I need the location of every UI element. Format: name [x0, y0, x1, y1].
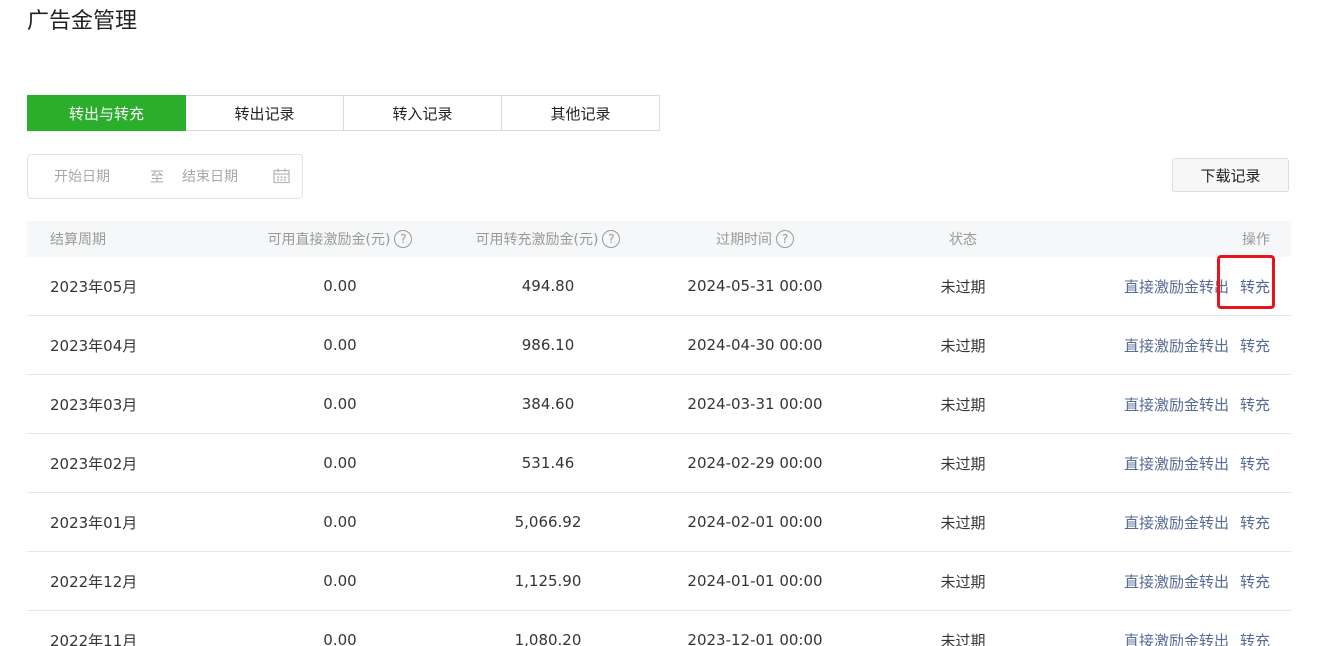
cell-period: 2023年02月	[50, 454, 138, 473]
cell-expire-time: 2023-12-01 00:00	[687, 631, 823, 646]
tab-transfer-in-records[interactable]: 转入记录	[343, 95, 502, 131]
header-transfer-incentive-label: 可用转充激励金(元)	[475, 232, 599, 248]
cell-expire-time: 2024-03-31 00:00	[687, 395, 823, 413]
date-range-separator: 至	[150, 169, 164, 186]
recharge-link[interactable]: 转充	[1240, 630, 1270, 646]
recharge-link[interactable]: 转充	[1240, 512, 1270, 533]
direct-incentive-transfer-out-link[interactable]: 直接激励金转出	[1124, 335, 1229, 356]
table-row: 2023年04月 0.00 986.10 2024-04-30 00:00 未过…	[27, 316, 1291, 375]
cell-operations: 直接激励金转出 转充	[1124, 316, 1270, 374]
tab-other-records[interactable]: 其他记录	[501, 95, 660, 131]
cell-status: 未过期	[940, 395, 986, 414]
cell-transfer-incentive: 1,080.20	[514, 631, 582, 646]
cell-status: 未过期	[940, 631, 986, 646]
header-direct-incentive: 可用直接激励金(元) ?	[240, 221, 440, 257]
direct-incentive-transfer-out-link[interactable]: 直接激励金转出	[1124, 512, 1229, 533]
table-header: 结算周期 可用直接激励金(元) ? 可用转充激励金(元) ? 过期时间 ? 状态…	[27, 221, 1291, 257]
tab-transfer-and-recharge[interactable]: 转出与转充	[27, 95, 186, 131]
tab-bar: 转出与转充 转出记录 转入记录 其他记录	[27, 95, 660, 131]
cell-operations: 直接激励金转出 转充	[1124, 493, 1270, 551]
cell-period: 2022年12月	[50, 572, 138, 591]
cell-status: 未过期	[940, 336, 986, 355]
cell-status: 未过期	[940, 513, 986, 532]
header-expire-time-label: 过期时间	[716, 232, 772, 248]
cell-transfer-incentive: 384.60	[521, 395, 575, 413]
direct-incentive-transfer-out-link[interactable]: 直接激励金转出	[1124, 276, 1229, 297]
table-row: 2023年03月 0.00 384.60 2024-03-31 00:00 未过…	[27, 375, 1291, 434]
recharge-link[interactable]: 转充	[1240, 276, 1270, 297]
cell-transfer-incentive: 5,066.92	[514, 513, 582, 531]
cell-operations: 直接激励金转出 转充	[1124, 434, 1270, 492]
direct-incentive-transfer-out-link[interactable]: 直接激励金转出	[1124, 394, 1229, 415]
recharge-link[interactable]: 转充	[1240, 394, 1270, 415]
direct-incentive-transfer-out-link[interactable]: 直接激励金转出	[1124, 630, 1229, 646]
cell-operations: 直接激励金转出 转充	[1124, 257, 1270, 315]
cell-direct-incentive: 0.00	[323, 395, 357, 413]
cell-transfer-incentive: 494.80	[521, 277, 575, 295]
help-icon[interactable]: ?	[394, 230, 413, 248]
cell-status: 未过期	[940, 572, 986, 591]
table-row: 2022年11月 0.00 1,080.20 2023-12-01 00:00 …	[27, 611, 1291, 646]
header-expire-time: 过期时间 ?	[655, 221, 855, 257]
help-icon[interactable]: ?	[776, 230, 794, 248]
cell-period: 2023年05月	[50, 277, 138, 296]
table-row: 2022年12月 0.00 1,125.90 2024-01-01 00:00 …	[27, 552, 1291, 611]
cell-operations: 直接激励金转出 转充	[1124, 611, 1270, 646]
incentive-table: 结算周期 可用直接激励金(元) ? 可用转充激励金(元) ? 过期时间 ? 状态…	[27, 221, 1291, 646]
page-title: 广告金管理	[27, 9, 138, 34]
end-date-input[interactable]	[182, 168, 256, 185]
header-operations: 操作	[1242, 232, 1270, 248]
cell-period: 2023年01月	[50, 513, 138, 532]
cell-expire-time: 2024-02-29 00:00	[687, 454, 823, 472]
table-row: 2023年05月 0.00 494.80 2024-05-31 00:00 未过…	[27, 257, 1291, 316]
cell-transfer-incentive: 986.10	[521, 336, 575, 354]
cell-expire-time: 2024-02-01 00:00	[687, 513, 823, 531]
cell-expire-time: 2024-01-01 00:00	[687, 572, 823, 590]
direct-incentive-transfer-out-link[interactable]: 直接激励金转出	[1124, 453, 1229, 474]
cell-period: 2023年04月	[50, 336, 138, 355]
calendar-icon[interactable]	[273, 168, 290, 184]
cell-expire-time: 2024-04-30 00:00	[687, 336, 823, 354]
header-direct-incentive-label: 可用直接激励金(元)	[267, 232, 391, 248]
cell-operations: 直接激励金转出 转充	[1124, 375, 1270, 433]
cell-direct-incentive: 0.00	[323, 336, 357, 354]
table-row: 2023年01月 0.00 5,066.92 2024-02-01 00:00 …	[27, 493, 1291, 552]
cell-direct-incentive: 0.00	[323, 572, 357, 590]
cell-status: 未过期	[940, 454, 986, 473]
direct-incentive-transfer-out-link[interactable]: 直接激励金转出	[1124, 571, 1229, 592]
date-range-picker[interactable]: 至	[27, 154, 303, 199]
table-row: 2023年02月 0.00 531.46 2024-02-29 00:00 未过…	[27, 434, 1291, 493]
cell-direct-incentive: 0.00	[323, 631, 357, 646]
recharge-link[interactable]: 转充	[1240, 335, 1270, 356]
cell-period: 2023年03月	[50, 395, 138, 414]
header-transfer-incentive: 可用转充激励金(元) ?	[448, 221, 648, 257]
cell-direct-incentive: 0.00	[323, 277, 357, 295]
cell-expire-time: 2024-05-31 00:00	[687, 277, 823, 295]
help-icon[interactable]: ?	[602, 230, 621, 248]
cell-transfer-incentive: 1,125.90	[514, 572, 582, 590]
header-period: 结算周期	[50, 232, 106, 248]
cell-direct-incentive: 0.00	[323, 454, 357, 472]
recharge-link[interactable]: 转充	[1240, 571, 1270, 592]
page: 广告金管理 转出与转充 转出记录 转入记录 其他记录 至 下载记录 结算周期 可…	[0, 0, 1321, 646]
cell-status: 未过期	[940, 277, 986, 296]
tab-transfer-out-records[interactable]: 转出记录	[185, 95, 344, 131]
header-status: 状态	[949, 232, 977, 248]
cell-direct-incentive: 0.00	[323, 513, 357, 531]
download-records-button[interactable]: 下载记录	[1172, 158, 1289, 192]
cell-period: 2022年11月	[50, 631, 138, 646]
cell-operations: 直接激励金转出 转充	[1124, 552, 1270, 610]
recharge-link[interactable]: 转充	[1240, 453, 1270, 474]
start-date-input[interactable]	[54, 168, 128, 185]
cell-transfer-incentive: 531.46	[521, 454, 575, 472]
